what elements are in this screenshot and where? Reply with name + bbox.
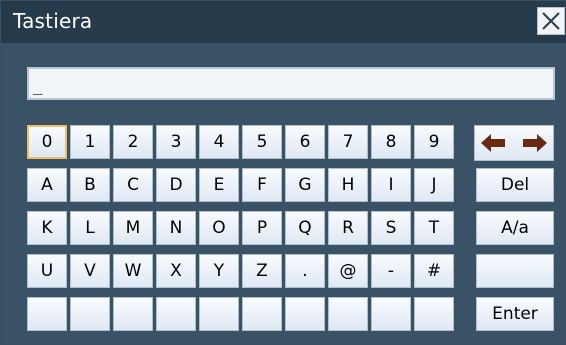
key-blank-10[interactable] [414, 297, 454, 331]
key-G[interactable]: G [285, 168, 325, 202]
left-arrow-icon[interactable] [481, 134, 507, 152]
key-0[interactable]: 0 [27, 125, 67, 159]
key-Y[interactable]: Y [199, 254, 239, 288]
key-D[interactable]: D [156, 168, 196, 202]
key-blank-7[interactable] [285, 297, 325, 331]
close-button[interactable] [537, 7, 565, 35]
key-6[interactable]: 6 [285, 125, 325, 159]
key-T[interactable]: T [414, 211, 454, 245]
key-1[interactable]: 1 [70, 125, 110, 159]
key-Z[interactable]: Z [242, 254, 282, 288]
key-H[interactable]: H [328, 168, 368, 202]
key-P[interactable]: P [242, 211, 282, 245]
key-S[interactable]: S [371, 211, 411, 245]
keyboard-window: Tastiera _ 0 1 2 3 4 5 6 7 8 9 A B C D E… [0, 0, 566, 345]
key-blank-4[interactable] [156, 297, 196, 331]
key-X[interactable]: X [156, 254, 196, 288]
key-C[interactable]: C [113, 168, 153, 202]
key-blank-1[interactable] [27, 297, 67, 331]
key-Q[interactable]: Q [285, 211, 325, 245]
enter-button[interactable]: Enter [476, 297, 554, 331]
titlebar: Tastiera [1, 1, 566, 43]
key-N[interactable]: N [156, 211, 196, 245]
key-E[interactable]: E [199, 168, 239, 202]
key-V[interactable]: V [70, 254, 110, 288]
key-2[interactable]: 2 [113, 125, 153, 159]
key-period[interactable]: . [285, 254, 325, 288]
key-7[interactable]: 7 [328, 125, 368, 159]
key-W[interactable]: W [113, 254, 153, 288]
key-4[interactable]: 4 [199, 125, 239, 159]
case-toggle-button[interactable]: A/a [476, 211, 554, 245]
key-blank-6[interactable] [242, 297, 282, 331]
key-9[interactable]: 9 [414, 125, 454, 159]
right-arrow-icon[interactable] [521, 134, 547, 152]
key-blank-2[interactable] [70, 297, 110, 331]
window-title: Tastiera [13, 9, 93, 33]
key-U[interactable]: U [27, 254, 67, 288]
key-K[interactable]: K [27, 211, 67, 245]
key-blank-9[interactable] [371, 297, 411, 331]
close-icon [542, 12, 560, 30]
key-L[interactable]: L [70, 211, 110, 245]
key-R[interactable]: R [328, 211, 368, 245]
key-blank-8[interactable] [328, 297, 368, 331]
text-input[interactable]: _ [27, 67, 555, 100]
key-8[interactable]: 8 [371, 125, 411, 159]
key-5[interactable]: 5 [242, 125, 282, 159]
key-O[interactable]: O [199, 211, 239, 245]
key-B[interactable]: B [70, 168, 110, 202]
key-J[interactable]: J [414, 168, 454, 202]
key-A[interactable]: A [27, 168, 67, 202]
key-at[interactable]: @ [328, 254, 368, 288]
key-dash[interactable]: - [371, 254, 411, 288]
key-3[interactable]: 3 [156, 125, 196, 159]
key-hash[interactable]: # [414, 254, 454, 288]
key-blank-5[interactable] [199, 297, 239, 331]
input-value: _ [33, 76, 43, 95]
key-M[interactable]: M [113, 211, 153, 245]
key-I[interactable]: I [371, 168, 411, 202]
key-F[interactable]: F [242, 168, 282, 202]
blank-side-button[interactable] [476, 254, 554, 288]
del-button[interactable]: Del [476, 168, 554, 202]
arrow-keys [474, 125, 554, 161]
key-blank-3[interactable] [113, 297, 153, 331]
